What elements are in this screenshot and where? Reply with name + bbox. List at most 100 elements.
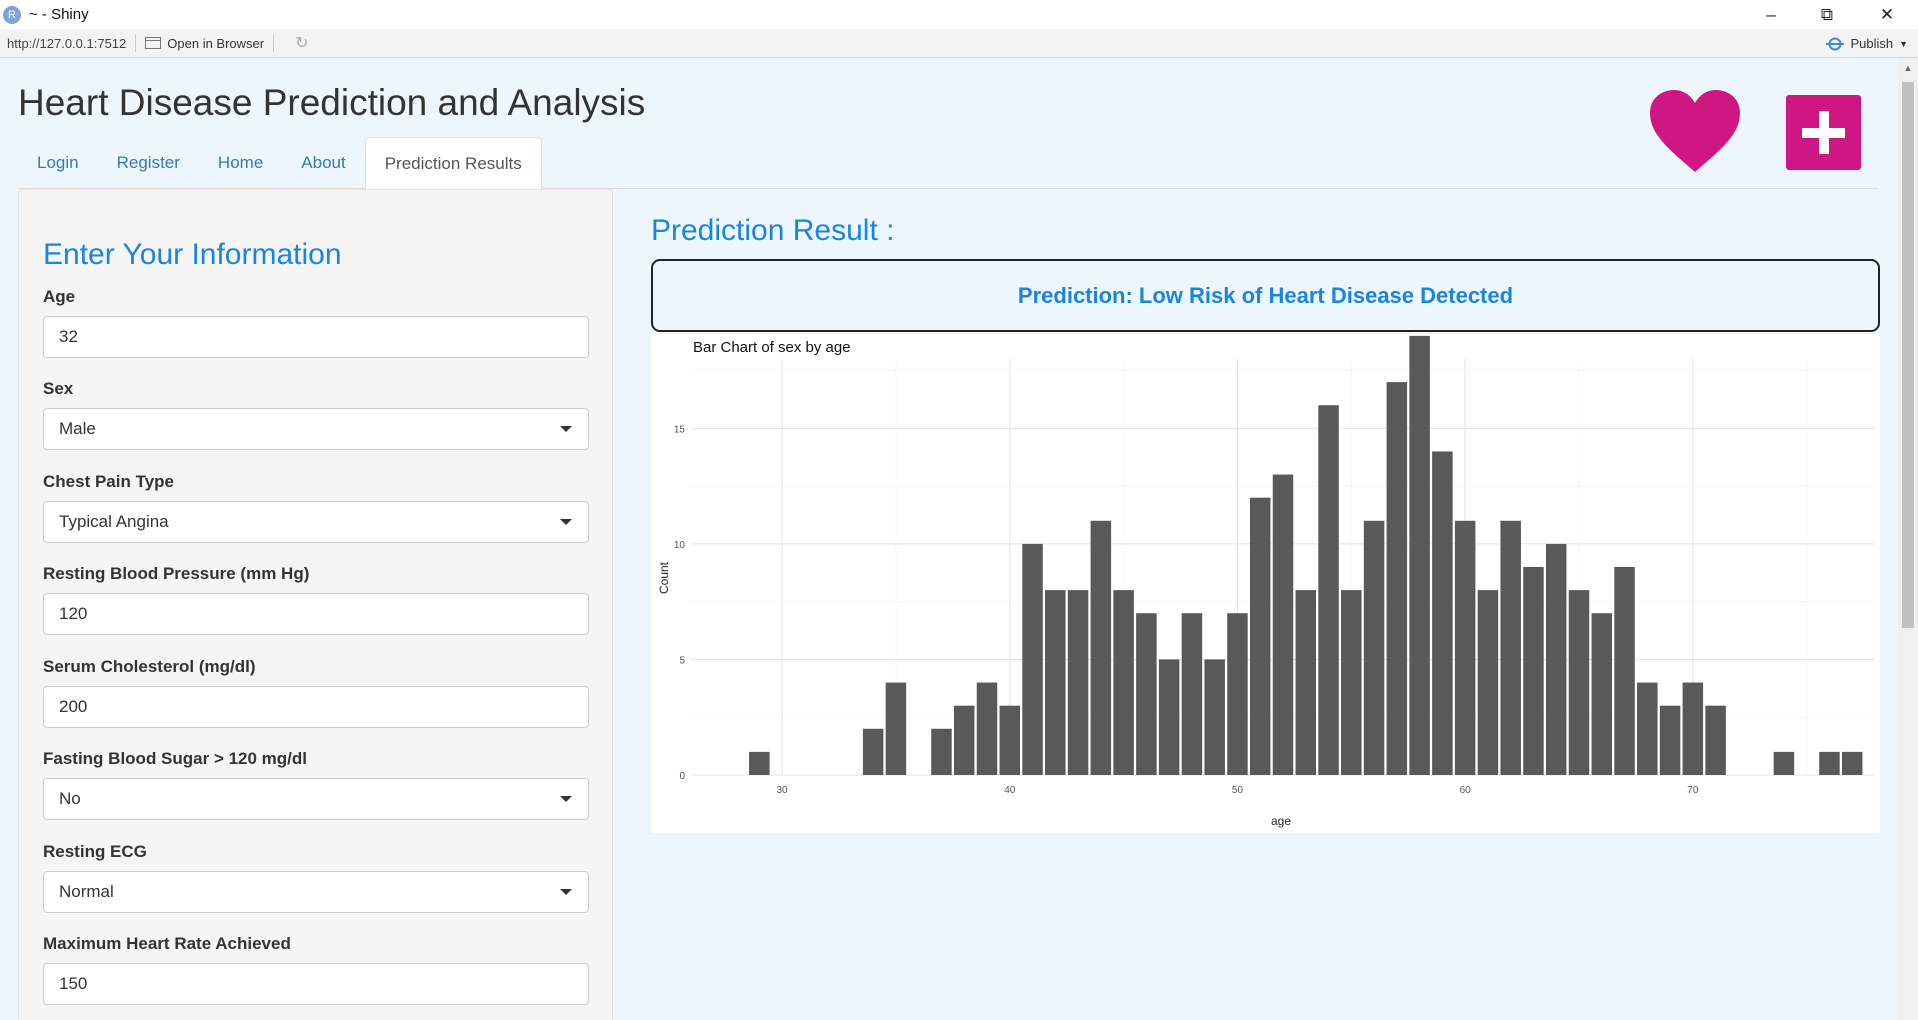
- x-tick-label: 70: [1687, 785, 1699, 796]
- chart-bar: [1523, 567, 1544, 775]
- max-heart-rate-label: Maximum Heart Rate Achieved: [43, 934, 291, 953]
- resting-bp-value: 120: [59, 604, 88, 623]
- scrollbar-thumb[interactable]: [1902, 82, 1914, 628]
- prediction-text: Prediction: Low Risk of Heart Disease De…: [1017, 282, 1514, 308]
- tab-home[interactable]: Home: [199, 137, 282, 189]
- chart-bar: [1477, 590, 1499, 775]
- publish-label: Publish: [1850, 36, 1894, 51]
- sex-select[interactable]: Male: [43, 408, 589, 450]
- chart-bar: [1819, 751, 1840, 775]
- viewer-toolbar: http://127.0.0.1:7512 Open in Browser ↻ …: [0, 29, 1918, 58]
- chart-bar: [1272, 474, 1294, 775]
- chevron-down-icon: ▼: [1899, 38, 1908, 49]
- chart-title: Bar Chart of sex by age: [693, 339, 851, 356]
- chart-bar: [1022, 543, 1043, 775]
- age-input[interactable]: 32: [43, 316, 589, 358]
- page-title: Heart Disease Prediction and Analysis: [18, 82, 646, 123]
- r-app-icon: R: [3, 5, 21, 24]
- chart-bar: [1295, 590, 1317, 775]
- chart-bar: [1227, 613, 1248, 775]
- chart-bar: [885, 682, 907, 775]
- x-axis-label: age: [1271, 814, 1291, 828]
- chart-bar: [1067, 590, 1089, 775]
- chart-bar: [953, 705, 975, 775]
- chart-bar: [862, 728, 884, 775]
- chart-bar: [1682, 682, 1704, 775]
- tab-login[interactable]: Login: [18, 137, 98, 189]
- chart-bar: [1341, 590, 1362, 775]
- chart-bar: [1181, 613, 1203, 775]
- window-title-bar: R ~ - Shiny – ⧉ ✕: [0, 0, 1918, 29]
- chart-bars: [749, 335, 1863, 775]
- chest-pain-type-select[interactable]: Typical Angina: [43, 501, 589, 543]
- chart-bar: [1113, 590, 1134, 775]
- resting-bp-label: Resting Blood Pressure (mm Hg): [43, 564, 310, 583]
- chart-bar: [749, 751, 770, 775]
- sex-value: Male: [59, 419, 96, 438]
- browser-window-icon: [145, 37, 162, 49]
- x-tick-label: 30: [777, 785, 789, 796]
- vertical-scrollbar[interactable]: ▲: [1898, 58, 1918, 1020]
- chart-bar: [931, 728, 952, 775]
- chart-bar: [1841, 751, 1863, 775]
- chart-bar: [1773, 751, 1795, 775]
- chest-pain-type-value: Typical Angina: [59, 512, 169, 531]
- max-heart-rate-value: 150: [59, 974, 88, 993]
- chart-bar: [1249, 497, 1271, 775]
- chart-bar: [1363, 520, 1385, 775]
- scroll-up-icon[interactable]: ▲: [1898, 58, 1918, 78]
- sex-label: Sex: [43, 379, 74, 398]
- cholesterol-input[interactable]: 200: [43, 686, 589, 728]
- resting-ecg-label: Resting ECG: [43, 842, 147, 861]
- chart-bar: [1409, 335, 1430, 775]
- refresh-icon[interactable]: ↻: [295, 33, 308, 53]
- tab-about[interactable]: About: [282, 137, 364, 189]
- chart-bar: [1386, 382, 1408, 775]
- nav-tabs: Login Register Home About Prediction Res…: [18, 137, 1878, 190]
- resting-ecg-select[interactable]: Normal: [43, 871, 589, 913]
- age-bar-chart: Bar Chart of sex by age 0 5 10 15 30 40 50 60 70…: [651, 334, 1880, 833]
- chart-bar: [1158, 659, 1180, 775]
- result-heading: Prediction Result :: [651, 214, 895, 247]
- chevron-down-icon: [560, 519, 572, 525]
- publish-button[interactable]: Publish ▼: [1826, 29, 1908, 58]
- toolbar-divider: [273, 34, 275, 52]
- y-tick-label: 15: [674, 424, 686, 435]
- fasting-blood-sugar-select[interactable]: No: [43, 778, 589, 820]
- prediction-result-box: Prediction: Low Risk of Heart Disease De…: [651, 259, 1880, 332]
- chart-bar: [1318, 405, 1339, 775]
- chest-pain-type-label: Chest Pain Type: [43, 472, 174, 491]
- resting-ecg-value: Normal: [59, 882, 114, 901]
- input-sidebar-panel: Enter Your Information Age 32 Sex Male C…: [18, 189, 613, 1020]
- form-heading: Enter Your Information: [43, 238, 342, 271]
- tab-prediction-results[interactable]: Prediction Results: [364, 137, 542, 190]
- y-tick-label: 0: [679, 771, 685, 782]
- resting-bp-input[interactable]: 120: [43, 593, 589, 635]
- publish-icon: [1826, 37, 1845, 50]
- x-tick-label: 40: [1004, 785, 1016, 796]
- url-display[interactable]: http://127.0.0.1:7512: [7, 36, 126, 51]
- close-icon[interactable]: ✕: [1860, 0, 1914, 29]
- max-heart-rate-input[interactable]: 150: [43, 963, 589, 1005]
- y-tick-label: 5: [679, 655, 685, 666]
- x-tick-label: 50: [1232, 785, 1244, 796]
- y-tick-label: 10: [674, 540, 686, 551]
- age-label: Age: [43, 287, 76, 306]
- chevron-down-icon: [560, 426, 572, 432]
- y-axis-label: Count: [657, 561, 671, 594]
- chart-bar: [999, 705, 1021, 775]
- fasting-blood-sugar-value: No: [59, 789, 81, 808]
- chart-bar: [1705, 705, 1726, 775]
- open-in-browser-button[interactable]: Open in Browser: [145, 36, 264, 51]
- chevron-down-icon: [560, 889, 572, 895]
- tab-register[interactable]: Register: [98, 137, 199, 189]
- restore-icon[interactable]: ⧉: [1800, 0, 1854, 29]
- chart-bar: [1136, 613, 1157, 775]
- open-in-browser-label: Open in Browser: [167, 35, 265, 51]
- chart-bar: [976, 682, 998, 775]
- toolbar-divider: [135, 34, 137, 52]
- cholesterol-value: 200: [59, 697, 88, 716]
- chart-bar: [1045, 590, 1066, 775]
- chart-bar: [1500, 520, 1521, 775]
- minimize-icon[interactable]: –: [1744, 0, 1798, 29]
